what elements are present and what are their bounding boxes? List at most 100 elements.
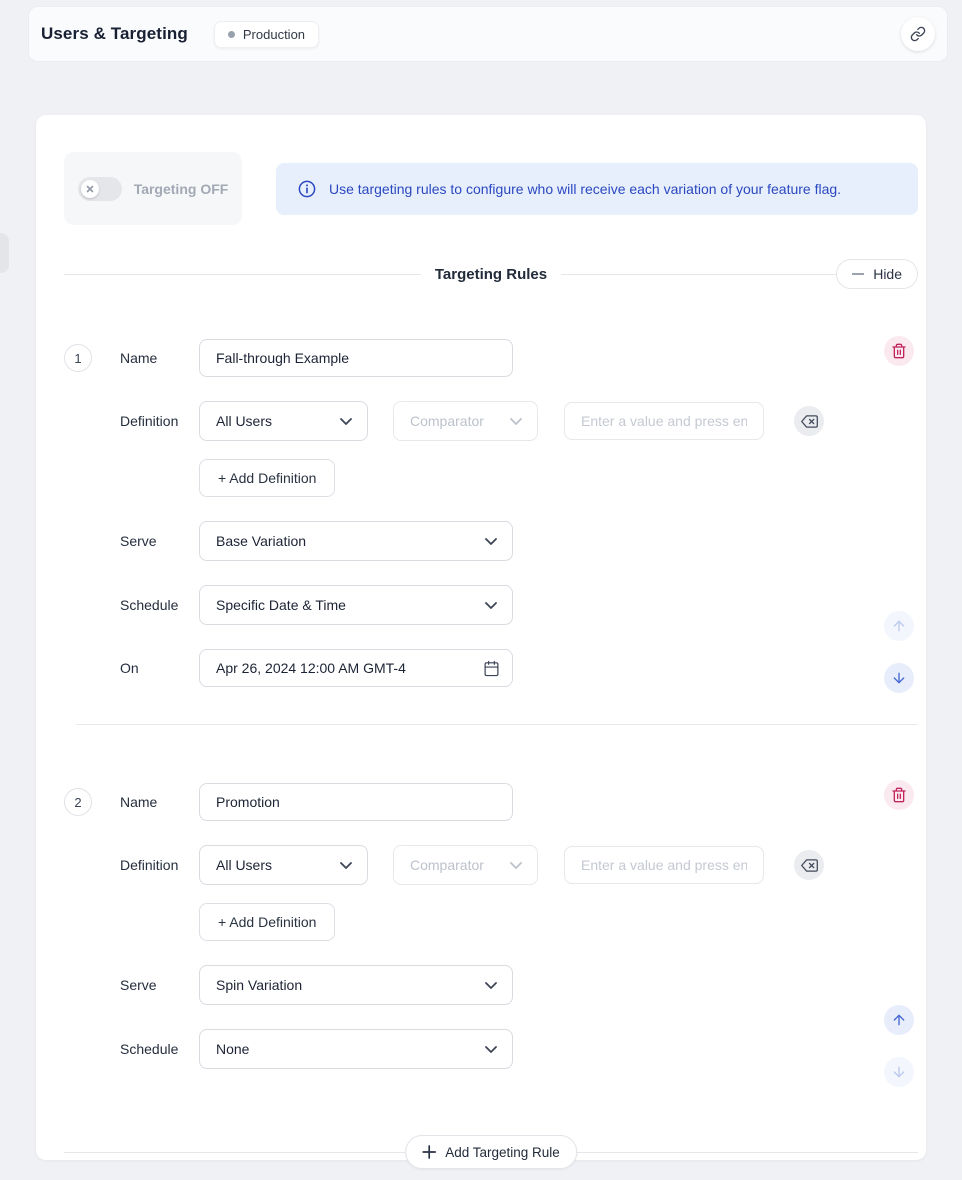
top-bar: Users & Targeting Production <box>28 6 948 62</box>
calendar-icon <box>483 660 500 677</box>
backspace-icon <box>801 413 818 430</box>
targeting-toggle[interactable] <box>78 177 122 201</box>
chevron-down-icon <box>485 538 497 545</box>
rule-1-audience-select[interactable]: All Users <box>199 401 368 441</box>
rule-1-serve-row: Serve Base Variation <box>64 521 918 561</box>
rule-1-serve-select[interactable]: Base Variation <box>199 521 513 561</box>
hide-button-label: Hide <box>873 266 902 282</box>
environment-status-dot <box>228 31 235 38</box>
chevron-down-icon <box>340 418 352 425</box>
section-title: Targeting Rules <box>435 266 547 283</box>
rule-1-schedule-select[interactable]: Specific Date & Time <box>199 585 513 625</box>
rule-2-add-definition-row: + Add Definition <box>64 903 918 941</box>
targeting-status-row: Targeting OFF Use targeting rules to con… <box>64 152 918 225</box>
environment-badge[interactable]: Production <box>214 21 319 48</box>
comparator-select-placeholder: Comparator <box>410 857 484 873</box>
rule-1-clear-definition-button[interactable] <box>794 406 824 436</box>
rule-2-schedule-select[interactable]: None <box>199 1029 513 1069</box>
info-banner: Use targeting rules to configure who wil… <box>276 163 918 215</box>
name-label: Name <box>120 350 199 366</box>
chevron-down-icon <box>485 602 497 609</box>
plus-icon <box>422 1145 436 1159</box>
minus-icon <box>852 273 864 275</box>
delete-rule-1-button[interactable] <box>884 336 914 366</box>
targeting-rule-1: 1 Name Definition All Users Comparator <box>64 339 918 687</box>
rule-2-schedule-row: Schedule None <box>64 1029 918 1069</box>
backspace-icon <box>801 857 818 874</box>
rule-1-name-input[interactable] <box>199 339 513 377</box>
rule-1-comparator-select[interactable]: Comparator <box>393 401 538 441</box>
serve-select-value: Base Variation <box>216 533 306 549</box>
schedule-label: Schedule <box>120 1041 199 1057</box>
rule-2-audience-select[interactable]: All Users <box>199 845 368 885</box>
page-title: Users & Targeting <box>41 24 188 44</box>
section-divider-left <box>64 274 421 275</box>
add-rule-row: Add Targeting Rule <box>64 1135 918 1169</box>
rule-1-reorder-controls <box>884 611 914 693</box>
targeting-toggle-label: Targeting OFF <box>134 181 229 197</box>
add-targeting-rule-button[interactable]: Add Targeting Rule <box>405 1135 577 1169</box>
rule-1-schedule-row: Schedule Specific Date & Time <box>64 585 918 625</box>
rule-2-comparator-select[interactable]: Comparator <box>393 845 538 885</box>
add-definition-button[interactable]: + Add Definition <box>199 459 335 497</box>
serve-label: Serve <box>120 533 199 549</box>
drawer-handle[interactable] <box>0 233 9 273</box>
date-value: Apr 26, 2024 12:00 AM GMT-4 <box>216 660 406 676</box>
targeting-rule-2: 2 Name Definition All Users Comparator <box>64 783 918 1069</box>
rule-2-value-input[interactable] <box>564 846 764 884</box>
rule-number-badge: 1 <box>64 344 92 372</box>
definition-label: Definition <box>120 413 199 429</box>
chevron-down-icon <box>510 418 522 425</box>
toggle-off-x-icon <box>86 185 94 193</box>
rule-1-value-input[interactable] <box>564 402 764 440</box>
rule-1-date-input[interactable]: Apr 26, 2024 12:00 AM GMT-4 <box>199 649 513 687</box>
rule-2-serve-row: Serve Spin Variation <box>64 965 918 1005</box>
arrow-up-icon <box>891 1012 907 1028</box>
arrow-down-icon <box>891 670 907 686</box>
delete-rule-2-button[interactable] <box>884 780 914 810</box>
chevron-down-icon <box>485 1046 497 1053</box>
audience-select-value: All Users <box>216 857 272 873</box>
link-icon <box>910 26 926 42</box>
rule-2-definition-row: Definition All Users Comparator <box>64 845 918 885</box>
audience-select-value: All Users <box>216 413 272 429</box>
rule-1-definition-row: Definition All Users Comparator <box>64 401 918 441</box>
move-rule-up-button[interactable] <box>884 1005 914 1035</box>
schedule-label: Schedule <box>120 597 199 613</box>
move-rule-up-button <box>884 611 914 641</box>
rule-2-serve-select[interactable]: Spin Variation <box>199 965 513 1005</box>
rule-1-name-row: 1 Name <box>64 339 918 377</box>
targeting-panel: Targeting OFF Use targeting rules to con… <box>36 115 926 1160</box>
info-banner-text: Use targeting rules to configure who wil… <box>329 181 841 197</box>
rule-2-name-row: 2 Name <box>64 783 918 821</box>
move-rule-down-button <box>884 1057 914 1087</box>
rule-divider <box>76 724 918 725</box>
toggle-knob <box>81 180 99 198</box>
arrow-down-icon <box>891 1064 907 1080</box>
trash-icon <box>891 343 907 359</box>
serve-label: Serve <box>120 977 199 993</box>
name-label: Name <box>120 794 199 810</box>
move-rule-down-button[interactable] <box>884 663 914 693</box>
schedule-select-value: None <box>216 1041 249 1057</box>
add-definition-button[interactable]: + Add Definition <box>199 903 335 941</box>
arrow-up-icon <box>891 618 907 634</box>
comparator-select-placeholder: Comparator <box>410 413 484 429</box>
chevron-down-icon <box>340 862 352 869</box>
rule-2-name-input[interactable] <box>199 783 513 821</box>
rule-1-on-row: On Apr 26, 2024 12:00 AM GMT-4 <box>64 649 918 687</box>
info-icon <box>298 180 316 198</box>
trash-icon <box>891 787 907 803</box>
chevron-down-icon <box>485 982 497 989</box>
hide-rules-button[interactable]: Hide <box>836 259 918 289</box>
targeting-rules-header: Targeting Rules Hide <box>64 259 918 289</box>
copy-link-button[interactable] <box>901 17 935 51</box>
rule-number-badge: 2 <box>64 788 92 816</box>
schedule-select-value: Specific Date & Time <box>216 597 346 613</box>
serve-select-value: Spin Variation <box>216 977 302 993</box>
rule-2-clear-definition-button[interactable] <box>794 850 824 880</box>
targeting-toggle-card: Targeting OFF <box>64 152 242 225</box>
environment-badge-label: Production <box>243 27 305 42</box>
chevron-down-icon <box>510 862 522 869</box>
on-label: On <box>120 660 199 676</box>
